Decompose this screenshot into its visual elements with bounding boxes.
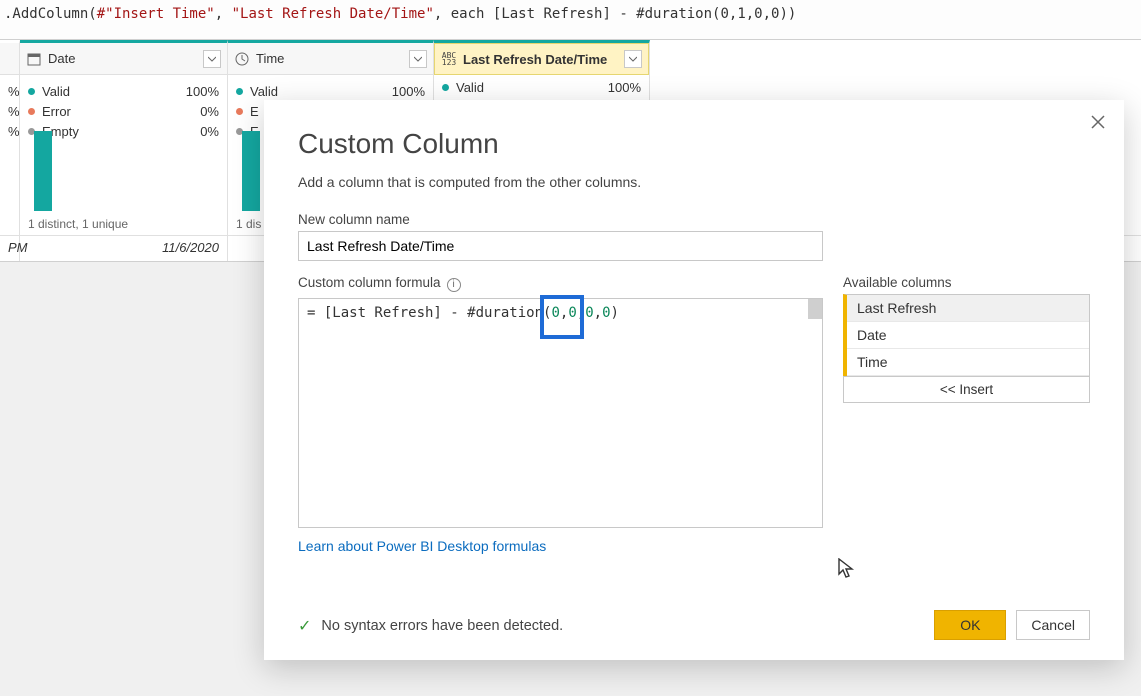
column-header-last-refresh[interactable]: ABC123 Last Refresh Date/Time	[434, 43, 649, 75]
partial-pct: %	[8, 84, 20, 99]
stat-valid: Valid100%	[236, 81, 425, 101]
data-cell: 11/6/2020	[20, 236, 228, 261]
close-icon[interactable]	[1090, 114, 1106, 133]
cancel-button[interactable]: Cancel	[1016, 610, 1090, 640]
available-columns-label: Available columns	[843, 275, 1090, 290]
available-columns-list: Last Refresh Date Time	[843, 294, 1090, 377]
available-column-item[interactable]: Last Refresh	[847, 295, 1089, 322]
column-header-time[interactable]: Time	[228, 43, 433, 75]
column-name: Last Refresh Date/Time	[463, 52, 607, 67]
formula-content: = [Last Refresh] - #duration(0,0,0,0)	[307, 305, 814, 321]
stat-valid: Valid100%	[28, 81, 219, 101]
syntax-status: ✓ No syntax errors have been detected.	[298, 616, 563, 636]
scrollbar[interactable]	[808, 299, 822, 319]
stat-empty: Empty0%	[28, 121, 219, 141]
formula-textarea[interactable]: = [Last Refresh] - #duration(0,0,0,0)	[298, 298, 823, 528]
column-name: Time	[256, 51, 284, 66]
dialog-subtitle: Add a column that is computed from the o…	[298, 174, 1090, 190]
abc123-icon: ABC123	[441, 51, 457, 67]
new-column-label: New column name	[298, 212, 1090, 227]
ok-button[interactable]: OK	[934, 610, 1006, 640]
dialog-title: Custom Column	[298, 128, 1090, 160]
calendar-icon	[26, 51, 42, 67]
data-cell: PM	[0, 236, 20, 261]
learn-link[interactable]: Learn about Power BI Desktop formulas	[298, 538, 546, 554]
status-text: No syntax errors have been detected.	[321, 618, 563, 634]
available-column-item[interactable]: Date	[847, 322, 1089, 349]
formula-label: Custom column formula	[298, 275, 441, 290]
clock-icon	[234, 51, 250, 67]
formula-bar[interactable]: .AddColumn(#"Insert Time", "Last Refresh…	[0, 0, 1141, 40]
column-filter-dropdown[interactable]	[203, 50, 221, 68]
custom-column-dialog: Custom Column Add a column that is compu…	[264, 100, 1124, 660]
stat-valid: Valid100%	[442, 77, 641, 97]
column-header-date[interactable]: Date	[20, 43, 227, 75]
distribution-bar	[242, 131, 260, 211]
column-filter-dropdown[interactable]	[409, 50, 427, 68]
info-icon[interactable]: i	[447, 278, 461, 292]
distinct-text: 1 distinct, 1 unique	[28, 217, 128, 231]
column-filter-dropdown[interactable]	[624, 50, 642, 68]
distinct-text: 1 dis	[236, 217, 261, 231]
available-column-item[interactable]: Time	[847, 349, 1089, 376]
check-icon: ✓	[298, 616, 311, 636]
column-name: Date	[48, 51, 75, 66]
distribution-bar	[34, 131, 52, 211]
insert-button[interactable]: << Insert	[843, 376, 1090, 403]
formula-bar-text: .AddColumn(#"Insert Time", "Last Refresh…	[4, 6, 796, 22]
stat-error: Error0%	[28, 101, 219, 121]
new-column-name-input[interactable]	[298, 231, 823, 261]
